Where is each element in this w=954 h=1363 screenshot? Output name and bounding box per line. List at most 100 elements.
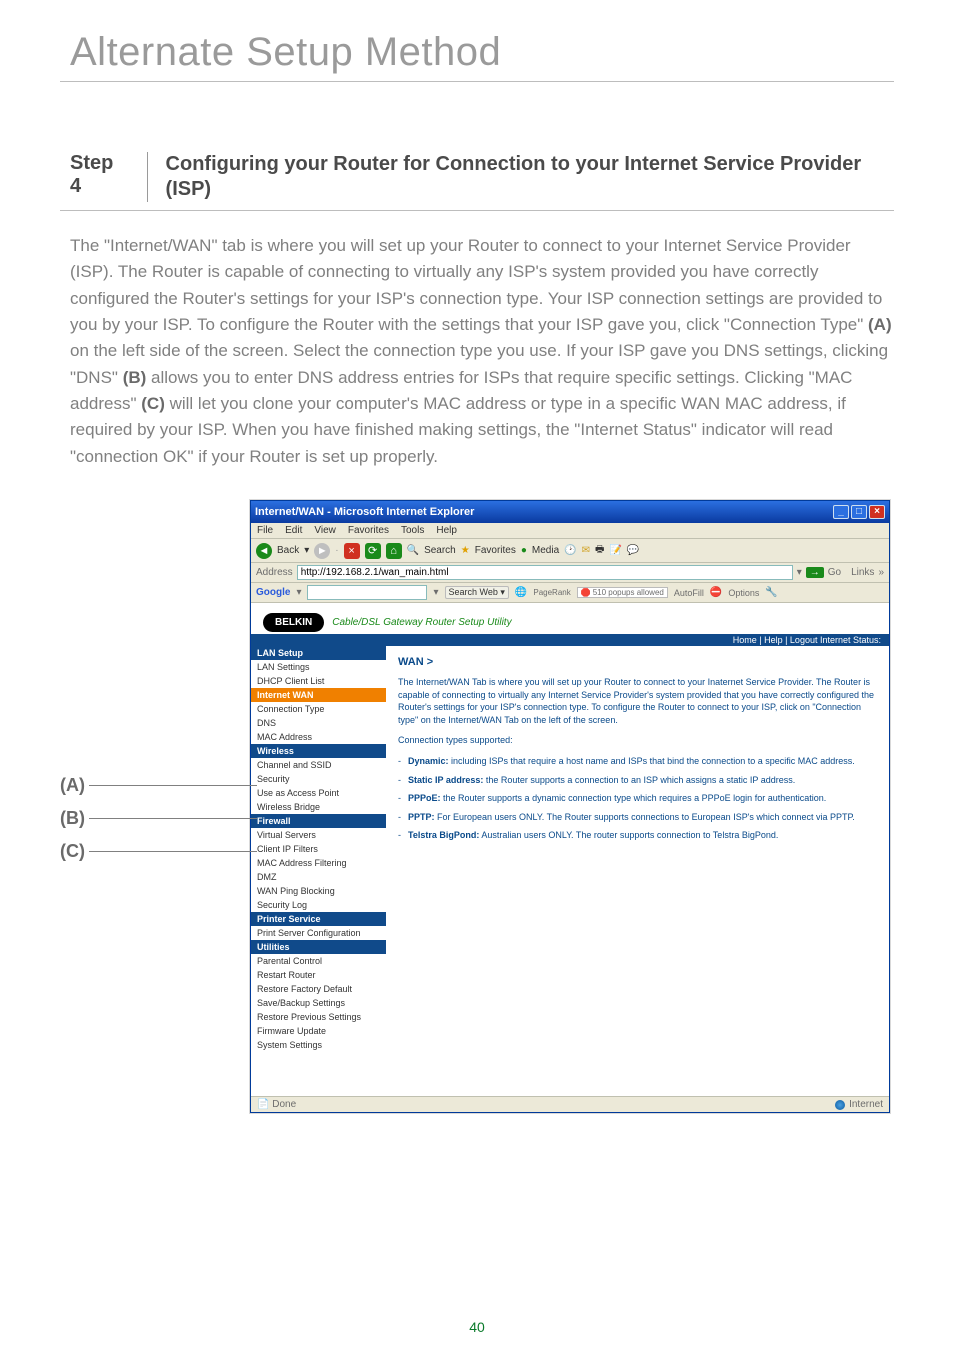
- callout-labels: (A) (B) (C): [60, 775, 257, 862]
- list-item: PPTP: For European users ONLY. The Route…: [398, 811, 877, 824]
- sidebar-security[interactable]: Security: [251, 772, 386, 786]
- options-button[interactable]: Options: [728, 588, 759, 598]
- sidebar-restart-router[interactable]: Restart Router: [251, 968, 386, 982]
- sidebar-dns[interactable]: DNS: [251, 716, 386, 730]
- menu-view[interactable]: View: [314, 525, 336, 536]
- router-body: LAN Setup LAN Settings DHCP Client List …: [251, 646, 889, 1096]
- google-news-icon[interactable]: 🌐: [515, 587, 527, 598]
- sidebar-save-backup[interactable]: Save/Backup Settings: [251, 996, 386, 1010]
- google-search-dropdown-icon[interactable]: ▾: [433, 587, 438, 598]
- sidebar-client-ip-filters[interactable]: Client IP Filters: [251, 842, 386, 856]
- google-logo[interactable]: Google: [256, 587, 290, 598]
- sidebar-wireless-bridge[interactable]: Wireless Bridge: [251, 800, 386, 814]
- callout-b-inline: (B): [123, 368, 147, 387]
- sidebar-print-server-config[interactable]: Print Server Configuration: [251, 926, 386, 940]
- sidebar-connection-type[interactable]: Connection Type: [251, 702, 386, 716]
- media-label[interactable]: Media: [532, 545, 559, 556]
- menu-file[interactable]: File: [257, 525, 273, 536]
- window-maximize-button[interactable]: □: [851, 505, 867, 519]
- browser-window: Internet/WAN - Microsoft Internet Explor…: [250, 500, 890, 1113]
- address-dropdown-icon[interactable]: ▾: [797, 567, 802, 578]
- favorites-label[interactable]: Favorites: [475, 545, 516, 556]
- media-icon[interactable]: ●: [521, 545, 527, 556]
- sidebar-internet-wan[interactable]: Internet WAN: [251, 688, 386, 702]
- callout-b-line: [89, 818, 257, 819]
- status-bar: 📄 Done Internet: [251, 1096, 889, 1112]
- list-item: Telstra BigPond: Australian users ONLY. …: [398, 829, 877, 842]
- back-label[interactable]: Back: [277, 545, 299, 556]
- window-minimize-button[interactable]: _: [833, 505, 849, 519]
- sidebar-dmz[interactable]: DMZ: [251, 870, 386, 884]
- page-title: Alternate Setup Method: [0, 0, 954, 75]
- forward-icon[interactable]: ►: [314, 543, 330, 559]
- window-close-button[interactable]: ×: [869, 505, 885, 519]
- links-chevron-icon[interactable]: »: [878, 567, 884, 578]
- blocked-icon: ⛔: [710, 587, 722, 598]
- address-label: Address: [256, 567, 293, 578]
- menu-tools[interactable]: Tools: [401, 525, 424, 536]
- sidebar-mac-address[interactable]: MAC Address: [251, 730, 386, 744]
- callout-a-inline: (A): [868, 315, 892, 334]
- connection-type-list: Dynamic: including ISPs that require a h…: [398, 755, 877, 842]
- sidebar-use-ap[interactable]: Use as Access Point: [251, 786, 386, 800]
- router-content: WAN > The Internet/WAN Tab is where you …: [386, 646, 889, 1096]
- sidebar-firewall[interactable]: Firewall: [251, 814, 386, 828]
- sidebar-firmware-update[interactable]: Firmware Update: [251, 1024, 386, 1038]
- refresh-icon[interactable]: ⟳: [365, 543, 381, 559]
- sidebar-channel-ssid[interactable]: Channel and SSID: [251, 758, 386, 772]
- sidebar-printer-service[interactable]: Printer Service: [251, 912, 386, 926]
- menu-edit[interactable]: Edit: [285, 525, 302, 536]
- address-bar: Address ▾ → Go Links »: [251, 563, 889, 583]
- back-dropdown-icon[interactable]: ▾: [304, 545, 309, 556]
- page-number: 40: [0, 1319, 954, 1335]
- links-label[interactable]: Links: [851, 567, 874, 578]
- sidebar-dhcp[interactable]: DHCP Client List: [251, 674, 386, 688]
- discuss-icon[interactable]: 💬: [627, 545, 639, 556]
- sidebar-wan-ping[interactable]: WAN Ping Blocking: [251, 884, 386, 898]
- callout-a-line: [89, 785, 257, 786]
- go-button[interactable]: →: [806, 567, 824, 578]
- google-search-button[interactable]: Search Web ▾: [445, 586, 509, 599]
- list-item: Dynamic: including ISPs that require a h…: [398, 755, 877, 768]
- body-part-4: will let you clone your computer's MAC a…: [70, 394, 846, 466]
- options-icon[interactable]: 🔧: [765, 587, 777, 598]
- search-icon[interactable]: 🔍: [407, 545, 419, 556]
- sidebar-mac-filtering[interactable]: MAC Address Filtering: [251, 856, 386, 870]
- google-dropdown-icon[interactable]: ▾: [296, 587, 301, 598]
- sidebar-utilities[interactable]: Utilities: [251, 940, 386, 954]
- mail-icon[interactable]: ✉: [582, 545, 590, 556]
- google-toolbar: Google ▾ ▾ Search Web ▾ 🌐 PageRank 🛑510 p…: [251, 583, 889, 603]
- sidebar-security-log[interactable]: Security Log: [251, 898, 386, 912]
- stop-icon[interactable]: ×: [344, 543, 360, 559]
- go-label[interactable]: Go: [828, 567, 841, 578]
- sidebar-restore-factory[interactable]: Restore Factory Default: [251, 982, 386, 996]
- home-icon[interactable]: ⌂: [386, 543, 402, 559]
- title-separator: [60, 81, 894, 82]
- router-ui: BELKIN Cable/DSL Gateway Router Setup Ut…: [251, 603, 889, 1096]
- router-nav-strip[interactable]: Home | Help | Logout Internet Status:: [251, 634, 889, 646]
- sidebar-lan-setup[interactable]: LAN Setup: [251, 646, 386, 660]
- status-done: Done: [272, 1099, 296, 1110]
- search-label[interactable]: Search: [424, 545, 456, 556]
- sidebar-lan-settings[interactable]: LAN Settings: [251, 660, 386, 674]
- sidebar-parental-control[interactable]: Parental Control: [251, 954, 386, 968]
- edit-icon[interactable]: 📝: [609, 545, 621, 556]
- autofill-button[interactable]: AutoFill: [674, 588, 704, 598]
- sidebar-virtual-servers[interactable]: Virtual Servers: [251, 828, 386, 842]
- sidebar-wireless[interactable]: Wireless: [251, 744, 386, 758]
- sidebar-system-settings[interactable]: System Settings: [251, 1038, 386, 1052]
- google-search-input[interactable]: [307, 585, 427, 600]
- router-tagline: Cable/DSL Gateway Router Setup Utility: [332, 617, 511, 628]
- sidebar-restore-previous[interactable]: Restore Previous Settings: [251, 1010, 386, 1024]
- print-icon[interactable]: 🖶: [595, 542, 604, 559]
- address-input[interactable]: [297, 565, 793, 580]
- menu-favorites[interactable]: Favorites: [348, 525, 389, 536]
- toolbar-divider: ·: [335, 545, 338, 556]
- pagerank-label: PageRank: [533, 588, 570, 597]
- window-titlebar: Internet/WAN - Microsoft Internet Explor…: [251, 501, 889, 523]
- popup-blocker[interactable]: 🛑510 popups allowed: [577, 587, 668, 598]
- menu-help[interactable]: Help: [436, 525, 457, 536]
- back-icon[interactable]: ◄: [256, 543, 272, 559]
- history-icon[interactable]: 🕑: [564, 545, 576, 556]
- favorites-icon[interactable]: ★: [461, 545, 470, 556]
